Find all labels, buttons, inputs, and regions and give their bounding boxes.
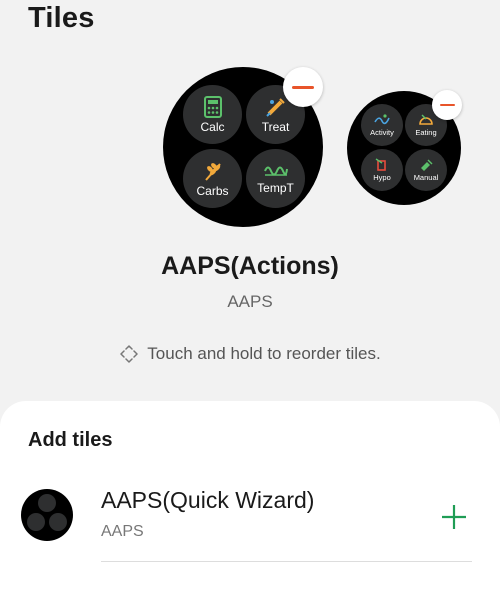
- tile-thumbnail: [21, 489, 73, 541]
- eating-label: Eating: [415, 128, 437, 137]
- syringe-icon: [265, 97, 285, 117]
- reorder-hint: Touch and hold to reorder tiles.: [0, 344, 500, 364]
- add-tiles-panel: Add tiles AAPS(Quick Wizard) AAPS: [0, 401, 500, 601]
- temp-target-icon: [263, 166, 288, 176]
- tempt-tile-button[interactable]: TempT: [246, 149, 305, 208]
- add-tiles-heading: Add tiles: [28, 429, 113, 451]
- add-tile-button[interactable]: [438, 501, 470, 533]
- thumb-button: [49, 513, 67, 531]
- minus-icon: [439, 103, 455, 107]
- tempt-label: TempT: [257, 180, 294, 195]
- carbs-label: Carbs: [196, 183, 229, 198]
- calc-tile-button[interactable]: Calc: [183, 85, 242, 144]
- manual-icon: [421, 159, 433, 171]
- remove-tile-actions-button[interactable]: [283, 67, 323, 107]
- treat-label: Treat: [261, 119, 290, 134]
- hypo-icon: [375, 158, 386, 171]
- manual-label: Manual: [413, 173, 439, 182]
- page-title: Tiles: [28, 2, 95, 34]
- wheat-icon: [204, 162, 221, 181]
- minus-icon: [292, 85, 314, 89]
- tile-option-name: AAPS(Quick Wizard): [101, 487, 315, 513]
- calculator-icon: [203, 95, 222, 118]
- activity-icon: [374, 114, 390, 125]
- activity-label: Activity: [370, 128, 394, 137]
- hypo-tile-button[interactable]: Hypo: [361, 149, 403, 191]
- remove-tile-secondary-button[interactable]: [432, 90, 462, 120]
- tile-app-name: AAPS: [227, 292, 273, 311]
- hypo-label: Hypo: [373, 173, 391, 182]
- thumb-button: [38, 494, 56, 512]
- activity-tile-button[interactable]: Activity: [361, 104, 403, 146]
- tile-option-app: AAPS: [101, 523, 144, 540]
- manual-tile-button[interactable]: Manual: [405, 149, 447, 191]
- calc-label: Calc: [200, 119, 225, 134]
- thumb-button: [27, 513, 45, 531]
- divider: [101, 561, 472, 562]
- plus-icon: [442, 505, 466, 529]
- carbs-tile-button[interactable]: Carbs: [183, 149, 242, 208]
- eating-icon: [419, 114, 433, 125]
- tile-name: AAPS(Actions): [161, 252, 339, 280]
- list-item[interactable]: AAPS(Quick Wizard) AAPS: [0, 479, 500, 569]
- reorder-hint-text: Touch and hold to reorder tiles.: [147, 344, 381, 363]
- reorder-icon: [120, 345, 139, 363]
